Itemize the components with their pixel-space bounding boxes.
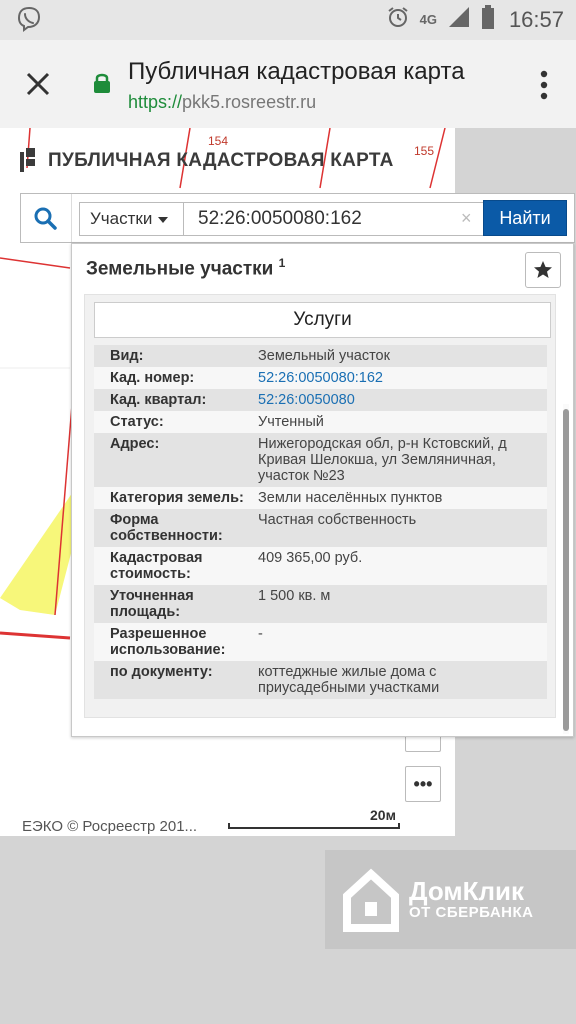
pkk-logo: ПУБЛИЧНАЯ КАДАСТРОВАЯ КАРТА <box>20 148 394 174</box>
info-row-key: Кад. номер: <box>110 370 195 386</box>
info-panel: Земельные участки 1 Услуги Вид: Земельный… <box>71 243 574 737</box>
services-button[interactable]: Услуги <box>94 302 551 338</box>
star-icon <box>534 261 552 278</box>
info-row-value: 1 500 кв. м <box>258 588 331 604</box>
lock-icon <box>93 72 111 94</box>
info-row-key: Адрес: <box>110 436 160 452</box>
page-title: Публичная кадастровая карта <box>128 58 465 85</box>
info-row: Статус: Учтенный <box>94 411 547 433</box>
info-row-value: - <box>258 626 263 642</box>
favorite-button[interactable] <box>525 252 561 288</box>
url-host: pkk5.rosreestr.ru <box>182 92 317 112</box>
info-row: Кадастровая стоимость: 409 365,00 руб. <box>94 547 547 585</box>
status-bar: 4G 16:57 <box>0 0 576 40</box>
info-row-value: Частная собственность <box>258 512 417 528</box>
category-select[interactable]: Участки <box>79 202 184 236</box>
info-row-key: Уточненная площадь: <box>110 588 194 620</box>
watermark-title: ДомКлик <box>409 876 524 906</box>
result-count: 1 <box>278 256 286 270</box>
copyright-text: ЕЭКО © Росреестр 201... <box>22 818 198 835</box>
scrollbar-thumb[interactable] <box>563 409 569 731</box>
info-row: Форма собственности: Частная собственност… <box>94 509 547 547</box>
clear-icon[interactable]: × <box>461 208 472 229</box>
browser-toolbar: Публичная кадастровая карта https://pkk5… <box>0 40 576 128</box>
info-row-value: Земельный участок <box>258 348 390 364</box>
info-row: Кад. квартал: 52:26:0050080 <box>94 389 547 411</box>
find-button[interactable]: Найти <box>483 200 567 236</box>
logo-title: ПУБЛИЧНАЯ КАДАСТРОВАЯ КАРТА <box>48 150 394 171</box>
plot-number-label: 154 <box>208 134 229 148</box>
info-row-link[interactable]: 52:26:0050080 <box>258 392 547 408</box>
info-row: Уточненная площадь: 1 500 кв. м <box>94 585 547 623</box>
details-box: Услуги Вид: Земельный участок Кад. номер: 5… <box>84 294 556 718</box>
close-icon[interactable] <box>22 68 54 100</box>
info-row: по документу: коттеджные жилые дома с при… <box>94 661 547 699</box>
info-table: Вид: Земельный участок Кад. номер: 52:26:00… <box>94 345 547 699</box>
info-row-value: Нижегородская обл, р-н Кстовский, д Крив… <box>258 436 507 484</box>
plot-number-label: 155 <box>414 144 435 158</box>
url-scheme: https:// <box>128 92 183 112</box>
info-row: Категория земель: Земли населённых пункто… <box>94 487 547 509</box>
more-vert-icon[interactable] <box>540 70 548 100</box>
panel-title: Земельные участки 1 <box>86 256 285 280</box>
network-type: 4G <box>419 12 437 27</box>
pkk-logo-icon <box>20 148 35 172</box>
search-input[interactable] <box>184 202 484 236</box>
info-row: Кад. номер: 52:26:0050080:162 <box>94 367 547 389</box>
info-row-key: по документу: <box>110 664 213 680</box>
info-row-value: 409 365,00 руб. <box>258 550 363 566</box>
divider <box>71 194 72 242</box>
panel-title-text: Земельные участки <box>86 258 274 280</box>
info-row-value: Учтенный <box>258 414 324 430</box>
info-row-key: Форма собственности: <box>110 512 223 544</box>
info-row-value: коттеджные жилые дома с приусадебными уч… <box>258 664 440 696</box>
signal-icon <box>447 5 471 35</box>
search-icon[interactable] <box>33 206 57 230</box>
search-bar: Участки × Найти <box>20 193 575 243</box>
house-logo-icon <box>343 868 399 932</box>
caret-down-icon <box>158 216 169 223</box>
info-row-link[interactable]: 52:26:0050080:162 <box>258 370 547 386</box>
domclick-watermark: ДомКлик ОТ СБЕРБАНКА <box>325 850 576 949</box>
watermark-subtitle: ОТ СБЕРБАНКА <box>409 904 534 921</box>
info-row-value: Земли населённых пунктов <box>258 490 443 506</box>
info-row-key: Категория земель: <box>110 490 244 506</box>
battery-icon <box>481 5 495 35</box>
info-row: Разрешенное использование: - <box>94 623 547 661</box>
info-row-key: Разрешенное использование: <box>110 626 226 658</box>
more-tools-button[interactable]: ••• <box>405 766 441 802</box>
info-row: Вид: Земельный участок <box>94 345 547 367</box>
viber-icon <box>16 6 42 32</box>
info-row-key: Вид: <box>110 348 144 364</box>
clock: 16:57 <box>508 7 564 32</box>
info-row-key: Кад. квартал: <box>110 392 207 408</box>
scale-label: 20м <box>370 807 396 823</box>
info-row-key: Статус: <box>110 414 164 430</box>
scale-bar <box>228 823 400 829</box>
url-bar[interactable]: https://pkk5.rosreestr.ru <box>128 92 316 113</box>
info-row-key: Кадастровая стоимость: <box>110 550 203 582</box>
category-select-label: Участки <box>90 209 153 228</box>
alarm-icon <box>386 5 410 35</box>
info-row: Адрес: Нижегородская обл, р-н Кстовский, … <box>94 433 547 487</box>
